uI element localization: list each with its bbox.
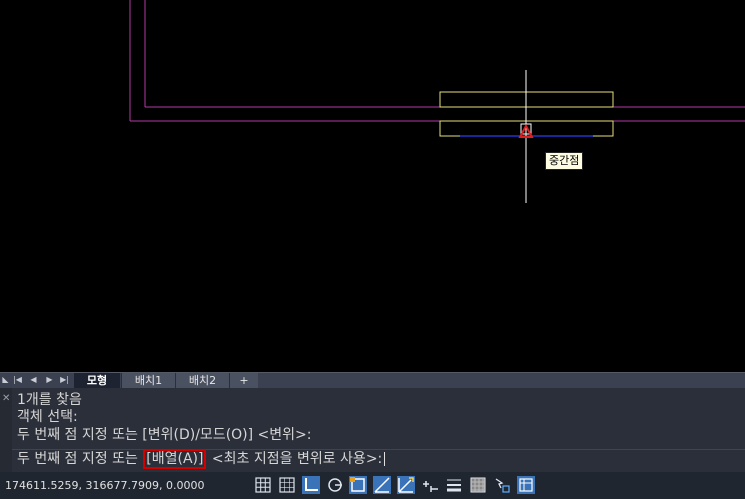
coordinates-readout: 174611.5259, 316677.7909, 0.0000 xyxy=(5,479,205,492)
drawing-canvas[interactable]: 중간점 xyxy=(0,0,745,372)
dynamic-input-icon[interactable] xyxy=(421,476,439,494)
prompt-suffix: <최초 지점을 변위로 사용>: xyxy=(207,451,383,467)
grid-icon[interactable] xyxy=(254,476,272,494)
prev-icon[interactable]: ◀ xyxy=(28,374,39,386)
otrack-icon[interactable] xyxy=(373,476,391,494)
tab-layout2[interactable]: 배치2 xyxy=(175,373,229,388)
next-icon[interactable]: ▶ xyxy=(44,374,55,386)
text-cursor xyxy=(384,452,386,466)
tab-model[interactable]: 모형 xyxy=(74,373,120,388)
selection-cycling-icon[interactable] xyxy=(493,476,511,494)
close-icon[interactable]: ✕ xyxy=(2,393,12,404)
corner-icon: ◣ xyxy=(2,375,9,384)
last-icon[interactable]: ▶| xyxy=(59,374,70,386)
history-line: 두 번째 점 지정 또는 [변위(D)/모드(O)] <변위>: xyxy=(17,427,312,443)
ortho-icon[interactable] xyxy=(302,476,320,494)
polar-icon[interactable] xyxy=(326,476,344,494)
drawing-svg[interactable] xyxy=(0,0,745,372)
tab-layout1[interactable]: 배치1 xyxy=(121,373,175,388)
prompt-prefix: 두 번째 점 지정 또는 xyxy=(17,451,143,467)
input-divider xyxy=(12,449,745,450)
command-input-line[interactable]: 두 번째 점 지정 또는 [배열(A)] <최초 지점을 변위로 사용>: xyxy=(17,449,386,469)
lineweight-icon[interactable] xyxy=(445,476,463,494)
transparency-icon[interactable] xyxy=(469,476,487,494)
snap-icon[interactable] xyxy=(278,476,296,494)
snap-tooltip: 중간점 xyxy=(545,152,584,170)
dynamic-ucs-icon[interactable] xyxy=(397,476,415,494)
add-layout-button[interactable]: + xyxy=(229,373,258,388)
history-line: 객체 선택: xyxy=(17,409,78,425)
array-option[interactable]: [배열(A)] xyxy=(143,449,207,469)
command-window[interactable]: ✕ 1개를 찾음 객체 선택: 두 번째 점 지정 또는 [변위(D)/모드(O… xyxy=(0,388,745,472)
osnap-icon[interactable] xyxy=(349,476,367,494)
history-line: 1개를 찾음 xyxy=(17,392,82,408)
first-icon[interactable]: |◀ xyxy=(12,374,23,386)
status-bar: 174611.5259, 316677.7909, 0.0000 xyxy=(0,472,745,499)
layout-tab-bar: ◣ |◀ ◀ ▶ ▶| 모형 배치1 배치2 + xyxy=(0,372,745,388)
annotation-monitor-icon[interactable] xyxy=(517,476,535,494)
